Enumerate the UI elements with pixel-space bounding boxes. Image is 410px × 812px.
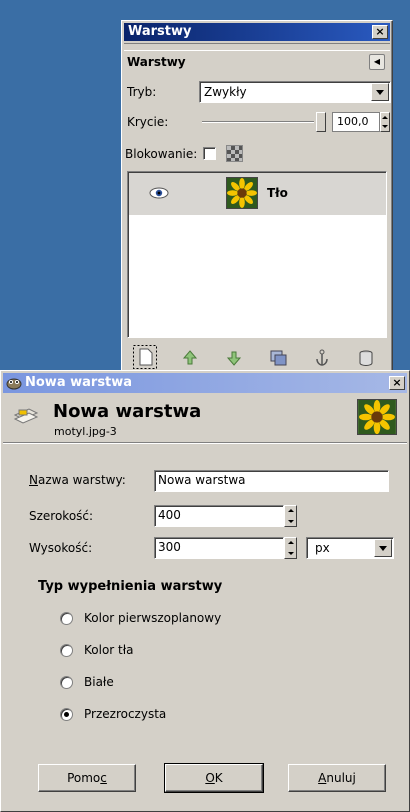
dock-separator xyxy=(124,43,390,51)
mode-value: Zwykły xyxy=(204,85,247,99)
help-button-accel: c xyxy=(100,771,107,785)
layer-name-label: Nazwa warstwy: xyxy=(29,473,126,487)
fill-white-radio[interactable] xyxy=(60,676,73,689)
new-layer-icon xyxy=(13,408,39,424)
layer-name-label-accel: N xyxy=(29,473,38,487)
layer-name-input[interactable]: Nowa warstwa xyxy=(154,470,389,492)
layer-row[interactable]: Tło xyxy=(129,173,386,215)
layer-name[interactable]: Tło xyxy=(267,186,288,200)
fill-background-radio[interactable] xyxy=(60,644,73,657)
lock-pixels-checkbox[interactable] xyxy=(203,147,216,160)
new-layer-icon[interactable] xyxy=(133,345,157,369)
opacity-input[interactable]: 100,0 xyxy=(332,112,380,132)
dock-title-text: Warstwy xyxy=(128,24,192,39)
image-thumbnail xyxy=(357,399,397,435)
help-button-label: Pomo xyxy=(67,771,101,785)
ok-button[interactable]: OK xyxy=(164,763,264,793)
fill-transparent-label[interactable]: Przezroczysta xyxy=(84,707,166,721)
eye-icon[interactable] xyxy=(149,187,169,199)
fill-background-label[interactable]: Kolor tła xyxy=(84,643,134,657)
height-input[interactable]: 300 xyxy=(154,537,284,559)
opacity-label: Krycie: xyxy=(127,115,169,129)
close-icon[interactable]: × xyxy=(372,25,388,39)
mode-label: Tryb: xyxy=(127,85,157,99)
help-button[interactable]: Pomoc xyxy=(38,764,136,792)
unit-value: px xyxy=(315,541,330,555)
opacity-slider-handle[interactable] xyxy=(316,112,326,132)
layers-dock-window: Warstwy × Warstwy ◀ Tryb: Zwykły Krycie:… xyxy=(121,20,393,380)
raise-layer-icon[interactable] xyxy=(179,347,201,369)
new-layer-dialog: Nowa warstwa × Nowa warstwa motyl.jpg-3 … xyxy=(0,370,410,812)
lock-alpha-icon[interactable] xyxy=(226,145,243,162)
fill-transparent-radio[interactable] xyxy=(60,708,73,721)
chevron-down-icon[interactable] xyxy=(371,83,389,101)
lock-label: Blokowanie: xyxy=(125,147,198,161)
dialog-title-text: Nowa warstwa xyxy=(25,375,133,390)
height-spinner[interactable] xyxy=(284,537,297,559)
sunflower-thumbnail xyxy=(226,177,258,209)
layer-name-label-rest: azwa warstwy: xyxy=(37,473,126,487)
duplicate-layer-icon[interactable] xyxy=(267,347,289,369)
dialog-header-title: Nowa warstwa xyxy=(53,401,202,422)
dock-heading: Warstwy xyxy=(127,55,186,69)
lower-layer-icon[interactable] xyxy=(223,347,245,369)
width-spinner[interactable] xyxy=(284,505,297,527)
ok-button-accel: O xyxy=(205,771,215,785)
delete-layer-icon[interactable] xyxy=(355,347,377,369)
width-label: Szerokość: xyxy=(29,509,94,523)
layer-toolbar xyxy=(127,345,387,371)
height-label: Wysokość: xyxy=(29,541,93,555)
fill-foreground-label[interactable]: Kolor pierwszoplanowy xyxy=(84,611,221,625)
chevron-down-icon[interactable] xyxy=(374,539,392,557)
width-input[interactable]: 400 xyxy=(154,505,284,527)
dialog-header: Nowa warstwa motyl.jpg-3 xyxy=(3,395,407,443)
cancel-button[interactable]: Anuluj xyxy=(288,764,386,792)
dialog-header-subtitle: motyl.jpg-3 xyxy=(54,425,117,438)
dialog-titlebar[interactable]: Nowa warstwa × xyxy=(3,373,407,393)
layers-list[interactable]: Tło xyxy=(127,171,387,338)
fill-foreground-radio[interactable] xyxy=(60,612,73,625)
tab-menu-icon[interactable]: ◀ xyxy=(369,54,385,70)
opacity-slider-track[interactable] xyxy=(202,121,314,123)
unit-select[interactable]: px xyxy=(306,537,394,559)
fill-type-heading: Typ wypełnienia warstwy xyxy=(38,579,223,594)
fill-white-label[interactable]: Białe xyxy=(84,675,114,689)
gimp-icon xyxy=(6,378,22,390)
anchor-layer-icon[interactable] xyxy=(311,347,333,369)
dock-titlebar[interactable]: Warstwy × xyxy=(124,23,390,41)
mode-select[interactable]: Zwykły xyxy=(199,81,391,103)
cancel-button-label: nuluj xyxy=(326,771,356,785)
close-icon[interactable]: × xyxy=(389,376,405,390)
ok-button-label: K xyxy=(214,771,223,785)
opacity-spinner[interactable] xyxy=(380,112,390,132)
